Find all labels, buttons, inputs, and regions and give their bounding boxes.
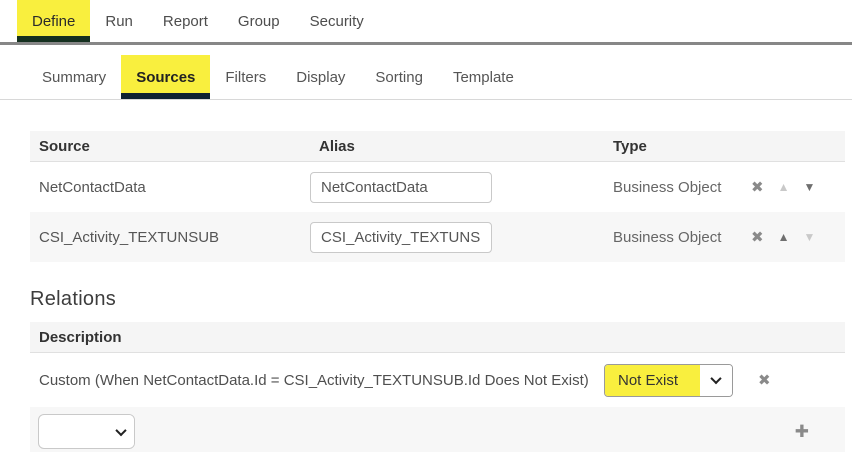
source-name: CSI_Activity_TEXTUNSUB xyxy=(30,229,310,246)
tab-sources[interactable]: Sources xyxy=(121,55,210,99)
delete-source-icon[interactable]: ✖ xyxy=(751,228,764,246)
source-name: NetContactData xyxy=(30,179,310,196)
add-relation-bar: ✚ xyxy=(30,407,845,452)
column-header-alias: Alias xyxy=(310,138,604,155)
tab-display[interactable]: Display xyxy=(281,55,360,99)
add-relation-icon[interactable]: ✚ xyxy=(795,422,809,442)
tab-sorting[interactable]: Sorting xyxy=(360,55,438,99)
relation-type-value: Not Exist xyxy=(605,365,700,396)
relations-heading: Relations xyxy=(30,276,845,322)
secondary-tab-bar: Summary Sources Filters Display Sorting … xyxy=(0,55,852,99)
alias-input[interactable] xyxy=(310,222,492,253)
move-down-icon[interactable]: ▼ xyxy=(803,180,815,194)
tab-run[interactable]: Run xyxy=(90,0,148,42)
tab-security[interactable]: Security xyxy=(295,0,379,42)
primary-tab-bar: Define Run Report Group Security xyxy=(0,0,852,42)
tab-report[interactable]: Report xyxy=(148,0,223,42)
new-relation-select[interactable] xyxy=(38,414,135,449)
tab-group[interactable]: Group xyxy=(223,0,295,42)
tab-filters[interactable]: Filters xyxy=(210,55,281,99)
primary-tab-divider xyxy=(0,42,852,45)
relation-description: Custom (When NetContactData.Id = CSI_Act… xyxy=(30,372,604,389)
table-row: CSI_Activity_TEXTUNSUB Business Object ✖… xyxy=(30,212,845,262)
move-up-icon: ▲ xyxy=(778,180,790,194)
new-relation-value xyxy=(39,415,108,448)
relation-row: Custom (When NetContactData.Id = CSI_Act… xyxy=(30,353,845,407)
secondary-tab-divider xyxy=(0,99,852,100)
relation-type-select[interactable]: Not Exist xyxy=(604,364,733,397)
sources-table-header: Source Alias Type xyxy=(30,131,845,162)
source-type: Business Object xyxy=(604,229,748,246)
tab-summary[interactable]: Summary xyxy=(27,55,121,99)
column-header-type: Type xyxy=(604,138,748,155)
alias-input[interactable] xyxy=(310,172,492,203)
chevron-down-icon xyxy=(700,365,732,396)
tab-template[interactable]: Template xyxy=(438,55,529,99)
source-type: Business Object xyxy=(604,179,748,196)
delete-relation-icon[interactable]: ✖ xyxy=(758,371,771,389)
chevron-down-icon xyxy=(108,415,134,448)
table-row: NetContactData Business Object ✖ ▲ ▼ xyxy=(30,162,845,212)
relations-description-header: Description xyxy=(30,322,845,353)
column-header-source: Source xyxy=(30,138,310,155)
move-down-icon: ▼ xyxy=(803,230,815,244)
tab-define[interactable]: Define xyxy=(17,0,90,42)
delete-source-icon[interactable]: ✖ xyxy=(751,178,764,196)
move-up-icon[interactable]: ▲ xyxy=(778,230,790,244)
